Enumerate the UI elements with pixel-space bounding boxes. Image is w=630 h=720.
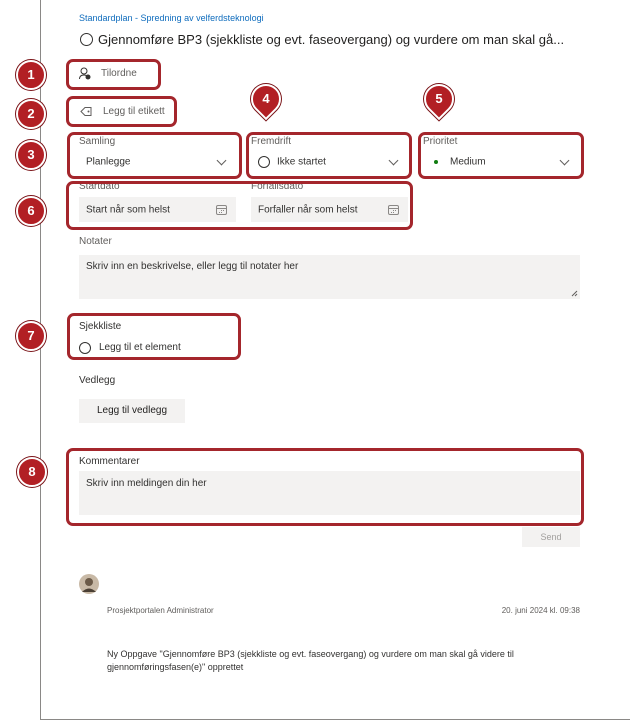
annotation-marker-6: 6 bbox=[16, 196, 46, 226]
task-title[interactable]: Gjennomføre BP3 (sjekkliste og evt. fase… bbox=[98, 32, 564, 47]
annotation-marker-2: 2 bbox=[16, 99, 46, 129]
attachments-label: Vedlegg bbox=[79, 375, 116, 386]
highlight-assign bbox=[66, 59, 161, 90]
highlight-progress bbox=[246, 132, 412, 179]
comment-text: Ny Oppgave "Gjennomføre BP3 (sjekkliste … bbox=[107, 649, 514, 672]
highlight-dates bbox=[66, 181, 413, 230]
annotation-marker-7: 7 bbox=[16, 321, 46, 351]
comment-timestamp: 20. juni 2024 kl. 09:38 bbox=[501, 606, 580, 615]
resize-handle-icon[interactable] bbox=[571, 290, 578, 297]
highlight-comments bbox=[66, 448, 584, 526]
annotation-marker-1: 1 bbox=[16, 60, 46, 90]
highlight-priority bbox=[418, 132, 584, 179]
complete-task-checkbox[interactable] bbox=[80, 33, 93, 46]
avatar bbox=[79, 574, 99, 594]
notes-textarea[interactable]: Skriv inn en beskrivelse, eller legg til… bbox=[79, 255, 580, 299]
breadcrumb[interactable]: Standardplan - Spredning av velferdstekn… bbox=[79, 13, 264, 23]
send-button[interactable]: Send bbox=[522, 527, 580, 547]
annotation-marker-3: 3 bbox=[16, 140, 46, 170]
notes-label: Notater bbox=[79, 236, 112, 247]
highlight-bucket bbox=[67, 132, 242, 179]
comment-author: Prosjektportalen Administrator bbox=[107, 606, 214, 615]
add-attachment-label: Legg til vedlegg bbox=[96, 405, 168, 416]
add-attachment-button[interactable]: Legg til vedlegg bbox=[79, 399, 185, 423]
notes-placeholder: Skriv inn en beskrivelse, eller legg til… bbox=[86, 261, 299, 272]
highlight-label bbox=[66, 96, 177, 127]
highlight-checklist bbox=[67, 313, 241, 360]
annotation-marker-8: 8 bbox=[17, 457, 47, 487]
send-label: Send bbox=[540, 532, 562, 542]
